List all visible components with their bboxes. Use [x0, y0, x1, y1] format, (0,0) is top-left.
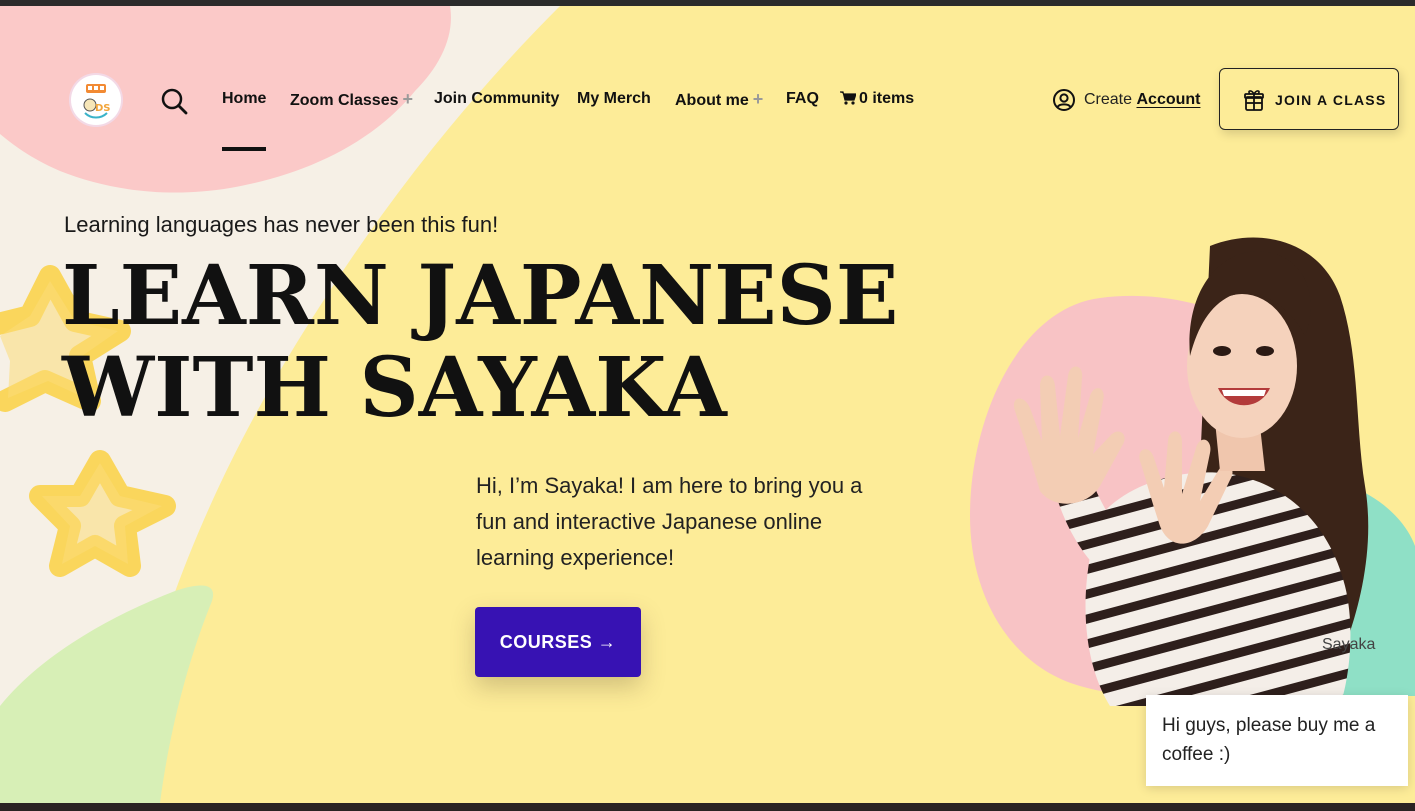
- join-a-class-label: JOIN A CLASS: [1275, 92, 1387, 108]
- gift-icon: [1244, 90, 1264, 111]
- nav-home-label: Home: [222, 90, 267, 107]
- nav-faq-label: FAQ: [786, 90, 819, 107]
- nav-join-community-label: Join Community: [434, 90, 560, 107]
- page: DS Home Zoom Classes + Join Community My …: [0, 6, 1415, 803]
- courses-button[interactable]: COURSES →: [475, 607, 641, 677]
- svg-text:DS: DS: [95, 103, 111, 114]
- nav-join-community[interactable]: Join Community: [434, 88, 559, 110]
- search-icon[interactable]: [160, 87, 190, 117]
- nav-my-merch[interactable]: My Merch: [577, 88, 651, 110]
- photo-caption: Sayaka: [1322, 636, 1376, 653]
- sayaka-portrait: [1013, 237, 1369, 706]
- hero-headline-line2: WITH SAYAKA: [62, 340, 727, 436]
- join-a-class-button[interactable]: JOIN A CLASS: [1219, 68, 1399, 130]
- user-circle-icon: [1053, 89, 1075, 111]
- chat-bubble[interactable]: Hi guys, please buy me a coffee :): [1146, 695, 1408, 786]
- hero-headline-line1: LEARN JAPANESE: [62, 248, 899, 344]
- nav-cart-label: 0 items: [859, 90, 915, 107]
- submenu-plus-icon[interactable]: +: [402, 89, 413, 109]
- account-text: Create Account: [1084, 89, 1200, 111]
- nav-zoom-classes[interactable]: Zoom Classes +: [290, 88, 413, 112]
- cart-icon: [840, 91, 856, 105]
- hero-intro: Hi, I’m Sayaka! I am here to bring you a…: [476, 473, 863, 570]
- active-nav-indicator: [222, 147, 266, 151]
- nav-zoom-classes-label: Zoom Classes: [290, 92, 399, 109]
- nav-about-me-label: About me: [675, 92, 749, 109]
- account-prefix: Create: [1084, 91, 1133, 108]
- hero-headline: LEARN JAPANESE WITH SAYAKA: [62, 250, 898, 434]
- nav-faq[interactable]: FAQ: [786, 88, 819, 110]
- account-link[interactable]: Account: [1136, 91, 1200, 108]
- site-logo[interactable]: DS: [71, 75, 121, 125]
- nav-about-me[interactable]: About me +: [675, 88, 763, 112]
- logo-icon: DS: [83, 84, 111, 119]
- submenu-plus-icon[interactable]: +: [753, 89, 764, 109]
- hero-tagline: Learning languages has never been this f…: [64, 212, 499, 237]
- nav-my-merch-label: My Merch: [577, 90, 651, 107]
- nav-cart[interactable]: 0 items: [840, 88, 914, 110]
- browser-bottom-edge: [0, 803, 1415, 811]
- nav-home[interactable]: Home: [222, 88, 266, 110]
